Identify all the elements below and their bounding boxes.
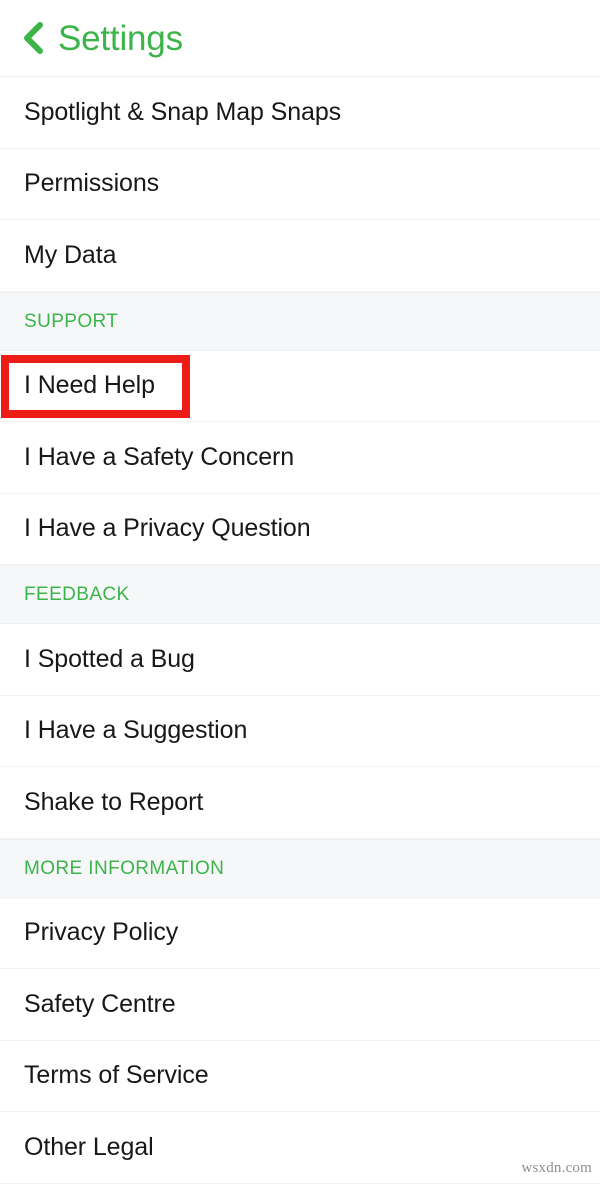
list-item-label: Other Legal [24,1132,154,1161]
chevron-left-icon[interactable] [16,18,50,58]
list-item[interactable]: Safety Centre [0,969,600,1041]
list-item[interactable]: I Have a Safety Concern [0,422,600,494]
section-header-label: MORE INFORMATION [24,857,225,879]
section-header-label: SUPPORT [24,310,119,332]
list-item-label: I Need Help [24,371,155,399]
list-item-label: Terms of Service [24,1061,209,1089]
list-item-label: I Have a Suggestion [24,716,248,744]
list-item[interactable]: I Spotted a Bug [0,624,600,696]
list-item[interactable]: Spotlight & Snap Map Snaps [0,77,600,149]
page-title: Settings [58,18,183,58]
list-item-label: My Data [24,240,117,269]
list-item-label: Spotlight & Snap Map Snaps [24,97,342,126]
list-item-label: Permissions [24,169,160,197]
list-item[interactable]: Other Legal [0,1112,600,1184]
list-item-label: I Spotted a Bug [24,644,195,673]
list-item[interactable]: Privacy Policy [0,897,600,969]
section-header-support: SUPPORT [0,291,600,351]
list-item-label: I Have a Safety Concern [24,442,295,471]
settings-header: Settings [0,0,600,77]
list-item[interactable]: I Have a Privacy Question [0,493,600,565]
list-item-label: Safety Centre [24,989,176,1018]
list-item[interactable]: Shake to Report [0,767,600,839]
section-header-feedback: FEEDBACK [0,565,600,624]
list-item-label: Privacy Policy [24,918,179,946]
list-item[interactable]: My Data [0,220,600,292]
list-item-label: I Have a Privacy Question [24,514,311,542]
list-item[interactable]: I Have a Suggestion [0,695,600,767]
list-item[interactable]: Terms of Service [0,1040,600,1112]
list-item[interactable]: I Need Help [0,350,600,422]
list-item[interactable]: Permissions [0,148,600,220]
list-item-label: Shake to Report [24,787,204,816]
settings-list: Spotlight & Snap Map Snaps Permissions My … [0,77,600,1184]
section-header-more-information: MORE INFORMATION [0,838,600,898]
section-header-label: FEEDBACK [24,584,130,605]
watermark: wsxdn.com [521,1160,592,1176]
